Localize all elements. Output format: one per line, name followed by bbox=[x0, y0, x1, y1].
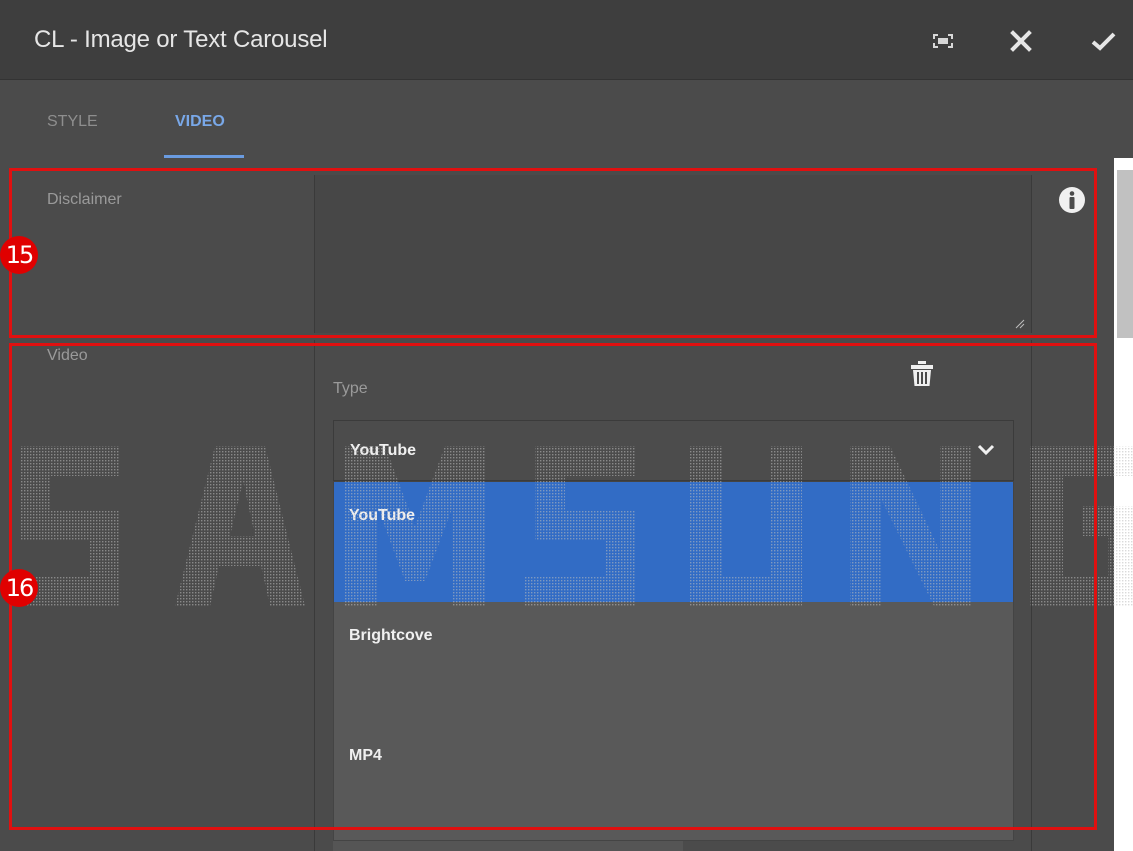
video-type-dropdown: YouTube Brightcove MP4 bbox=[333, 481, 1014, 841]
tab-video[interactable]: VIDEO bbox=[175, 113, 225, 131]
option-label: YouTube bbox=[349, 507, 416, 524]
chevron-down-icon bbox=[977, 444, 995, 456]
fullscreen-icon bbox=[933, 34, 953, 48]
dialog-title: CL - Image or Text Carousel bbox=[34, 26, 328, 53]
resize-grip-icon[interactable] bbox=[1013, 317, 1025, 329]
option-brightcove[interactable]: Brightcove bbox=[334, 602, 1013, 722]
fullscreen-button[interactable] bbox=[926, 24, 960, 58]
close-icon bbox=[1010, 30, 1032, 52]
tab-bar: STYLE VIDEO bbox=[0, 80, 1133, 160]
check-icon bbox=[1091, 32, 1116, 51]
option-label: MP4 bbox=[349, 747, 382, 764]
annotation-marker-16: 16 bbox=[0, 569, 38, 607]
trash-icon[interactable] bbox=[909, 360, 935, 388]
option-mp4[interactable]: MP4 bbox=[334, 722, 1013, 842]
close-button[interactable] bbox=[1004, 24, 1038, 58]
label-column bbox=[0, 158, 314, 851]
type-label: Type bbox=[333, 380, 368, 397]
disclaimer-label: Disclaimer bbox=[47, 191, 122, 208]
video-label: Video bbox=[47, 347, 88, 364]
dialog-header: CL - Image or Text Carousel bbox=[0, 0, 1133, 80]
next-field-edge bbox=[333, 841, 683, 851]
selected-value: YouTube bbox=[350, 442, 417, 459]
disclaimer-textarea[interactable] bbox=[314, 175, 1032, 333]
video-type-select[interactable]: YouTube bbox=[333, 420, 1014, 481]
tab-style[interactable]: STYLE bbox=[47, 113, 98, 131]
dialog: CL - Image or Text Carousel STYLE VIDEO … bbox=[0, 0, 1133, 851]
option-label: Brightcove bbox=[349, 627, 433, 644]
done-button[interactable] bbox=[1086, 24, 1120, 58]
annotation-marker-15: 15 bbox=[0, 236, 38, 274]
info-icon[interactable] bbox=[1058, 186, 1086, 214]
option-youtube[interactable]: YouTube bbox=[334, 482, 1013, 602]
scrollbar-thumb[interactable] bbox=[1117, 170, 1133, 338]
